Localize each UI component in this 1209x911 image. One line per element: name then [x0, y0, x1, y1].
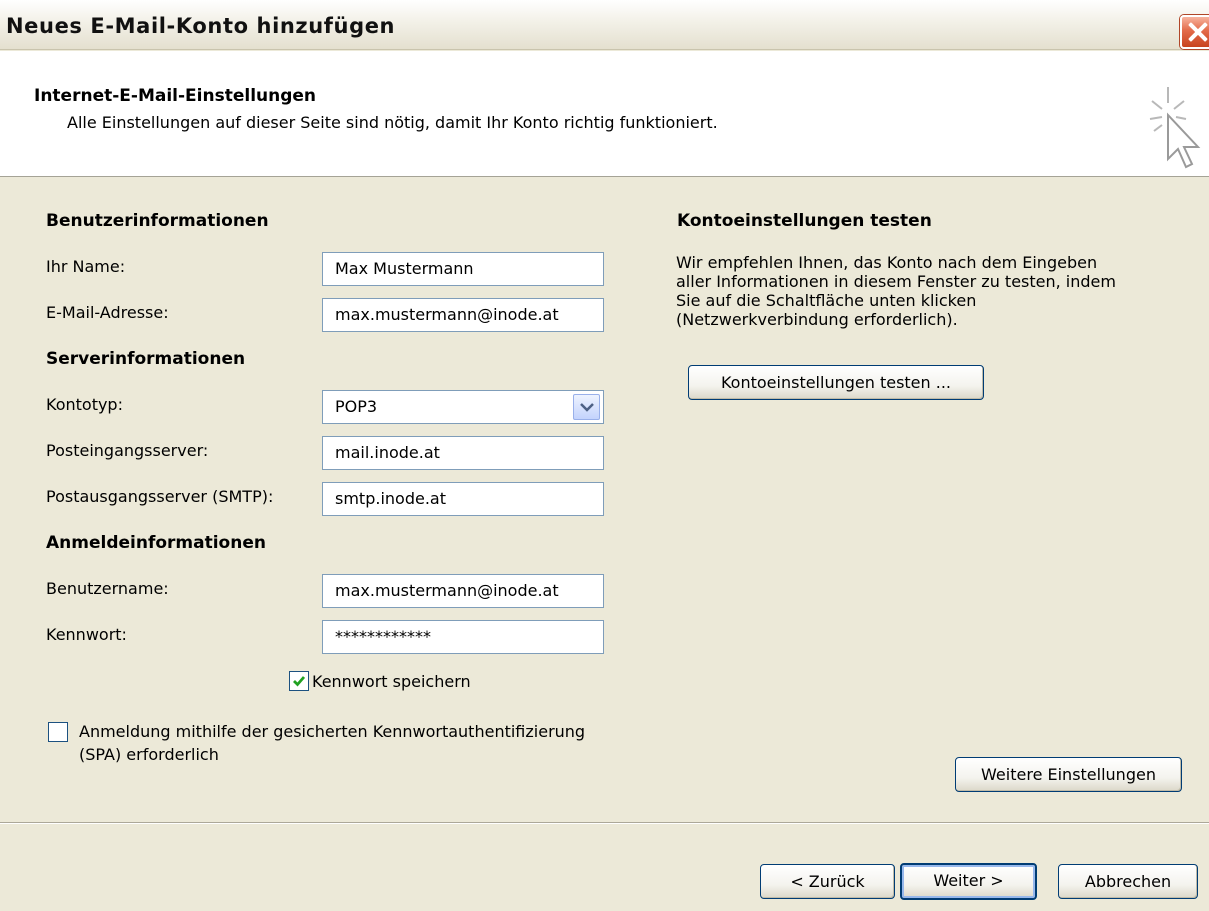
next-button[interactable]: Weiter >: [900, 863, 1037, 900]
header-panel: Internet-E-Mail-Einstellungen Alle Einst…: [0, 51, 1209, 177]
login-info-heading: Anmeldeinformationen: [46, 533, 266, 553]
checkmark-icon: [293, 676, 306, 687]
account-type-select[interactable]: POP3: [322, 390, 604, 424]
title-bar: Neues E-Mail-Konto hinzufügen: [0, 0, 1209, 50]
header-title: Internet-E-Mail-Einstellungen: [34, 86, 317, 106]
email-label: E-Mail-Adresse:: [46, 303, 169, 322]
incoming-server-label: Posteingangsserver:: [46, 441, 209, 460]
account-type-value: POP3: [335, 397, 378, 416]
incoming-server-input[interactable]: mail.inode.at: [322, 436, 604, 470]
save-password-label[interactable]: Kennwort speichern: [312, 672, 471, 691]
spa-label-line1[interactable]: Anmeldung mithilfe der gesicherten Kennw…: [79, 722, 585, 741]
outgoing-server-input[interactable]: smtp.inode.at: [322, 482, 604, 516]
password-input[interactable]: ************: [322, 620, 604, 654]
more-settings-button[interactable]: Weitere Einstellungen: [955, 757, 1182, 792]
spa-label-line2[interactable]: (SPA) erforderlich: [79, 745, 219, 764]
save-password-checkbox[interactable]: [289, 671, 309, 691]
close-icon[interactable]: [1180, 15, 1209, 49]
account-type-label: Kontotyp:: [46, 395, 123, 414]
test-account-settings-button[interactable]: Kontoeinstellungen testen ...: [688, 365, 984, 400]
footer-divider: [0, 822, 1209, 824]
test-settings-description: Wir empfehlen Ihnen, das Konto nach dem …: [676, 253, 1196, 329]
outgoing-server-label: Postausgangsserver (SMTP):: [46, 487, 274, 506]
name-input[interactable]: Max Mustermann: [322, 252, 604, 286]
user-info-heading: Benutzerinformationen: [46, 211, 269, 231]
test-settings-text-line: aller Informationen in diesem Fenster zu…: [676, 272, 1116, 291]
username-input[interactable]: max.mustermann@inode.at: [322, 574, 604, 608]
window-title: Neues E-Mail-Konto hinzufügen: [6, 14, 396, 38]
header-subtitle: Alle Einstellungen auf dieser Seite sind…: [67, 113, 718, 132]
email-input[interactable]: max.mustermann@inode.at: [322, 298, 604, 332]
back-button[interactable]: < Zurück: [760, 864, 895, 899]
test-settings-text-line: Wir empfehlen Ihnen, das Konto nach dem …: [676, 253, 1098, 272]
test-settings-heading: Kontoeinstellungen testen: [677, 211, 932, 231]
wizard-cursor-icon: [1149, 87, 1201, 169]
server-info-heading: Serverinformationen: [46, 349, 246, 369]
test-settings-text-line: (Netzwerkverbindung erforderlich).: [676, 310, 958, 329]
password-label: Kennwort:: [46, 625, 127, 644]
spa-checkbox[interactable]: [48, 722, 68, 742]
chevron-down-icon[interactable]: [573, 394, 600, 420]
username-label: Benutzername:: [46, 579, 169, 598]
cancel-button[interactable]: Abbrechen: [1058, 864, 1198, 899]
name-label: Ihr Name:: [46, 257, 126, 276]
test-settings-text-line: Sie auf die Schaltfläche unten klicken: [676, 291, 977, 310]
